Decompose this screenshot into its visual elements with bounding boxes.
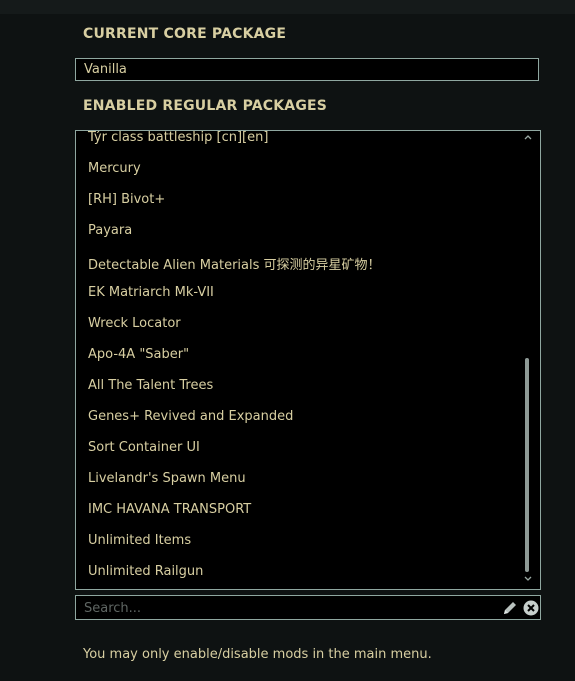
regular-packages-heading: ENABLED REGULAR PACKAGES: [83, 98, 328, 114]
clear-x-icon[interactable]: [522, 599, 540, 617]
scrollbar-thumb[interactable]: [525, 358, 529, 572]
search-field[interactable]: [75, 595, 541, 620]
search-input[interactable]: [82, 598, 496, 619]
chevron-down-icon[interactable]: [523, 575, 533, 583]
list-item[interactable]: EK Matriarch Mk-VII: [88, 285, 214, 300]
list-item[interactable]: Detectable Alien Materials 可探测的异星矿物！: [88, 254, 381, 273]
list-item[interactable]: Genes+ Revived and Expanded: [88, 409, 293, 424]
core-package-field: Vanilla: [75, 58, 539, 81]
list-item[interactable]: Sort Container UI: [88, 440, 200, 455]
list-item[interactable]: All The Talent Trees: [88, 378, 213, 393]
enabled-packages-list[interactable]: Týr class battleship [cn][en] Mercury [R…: [75, 130, 541, 590]
core-package-heading: CURRENT CORE PACKAGE: [83, 26, 287, 42]
list-item[interactable]: Wreck Locator: [88, 316, 181, 331]
top-strip: [0, 0, 575, 14]
chevron-up-icon[interactable]: [523, 133, 533, 141]
list-item[interactable]: Apo-4A "Saber": [88, 347, 189, 362]
list-item[interactable]: Unlimited Railgun: [88, 564, 203, 579]
list-item[interactable]: Livelandr's Spawn Menu: [88, 471, 246, 486]
core-package-value: Vanilla: [84, 62, 127, 77]
info-message: You may only enable/disable mods in the …: [83, 647, 432, 662]
list-item[interactable]: Mercury: [88, 161, 141, 176]
list-item[interactable]: IMC HAVANA TRANSPORT: [88, 502, 251, 517]
mod-packages-panel: CURRENT CORE PACKAGE Vanilla ENABLED REG…: [0, 0, 575, 681]
pencil-icon[interactable]: [501, 599, 519, 617]
list-item[interactable]: Payara: [88, 223, 132, 238]
list-item[interactable]: [RH] Bivot+: [88, 192, 165, 207]
list-item[interactable]: Týr class battleship [cn][en]: [88, 131, 268, 145]
list-item[interactable]: Unlimited Items: [88, 533, 191, 548]
